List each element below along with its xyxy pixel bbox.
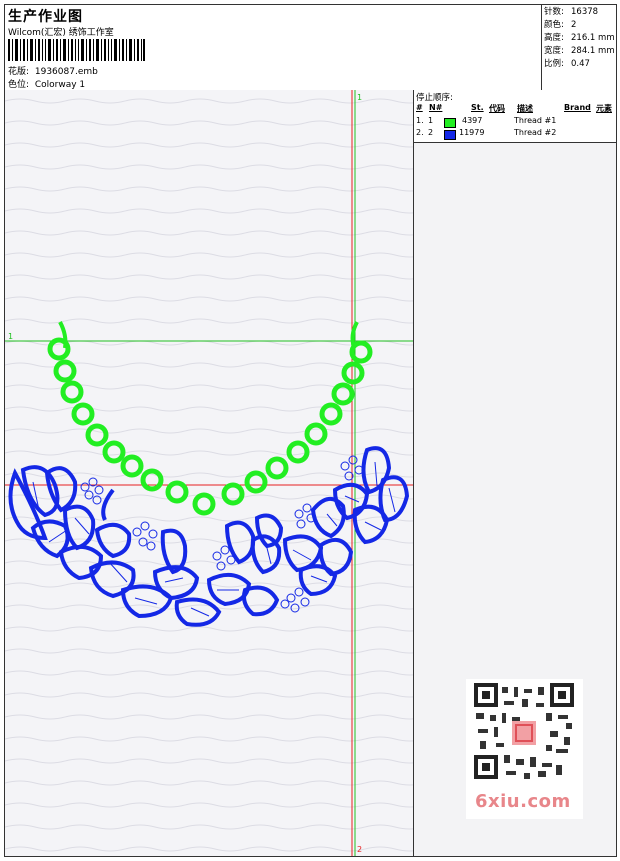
page-title: 生产作业图 xyxy=(8,9,83,25)
stat-colors: 颜色: 2 xyxy=(544,20,577,30)
stop-sequence-table: 停止顺序: # N# St. 代码 描述 Brand 元素 1. 1 4397 … xyxy=(414,90,616,143)
design-stats: 针数: 16378 颜色: 2 高度: 216.1 mm 宽度: 284.1 mm 比例… xyxy=(541,5,616,90)
col-hash: # xyxy=(416,103,423,112)
stat-scale: 比例: 0.47 xyxy=(544,59,590,69)
embroidery-preview: 1 2 1 xyxy=(5,90,413,856)
col-n: N# xyxy=(429,103,443,112)
guide-label-bottom: 2 xyxy=(357,845,362,854)
guide-label-top: 1 xyxy=(357,93,362,102)
thread-color-swatch xyxy=(444,118,456,128)
stat-height: 高度: 216.1 mm xyxy=(544,33,615,43)
studio-name: Wilcom(汇宏) 绣饰工作室 xyxy=(8,28,114,38)
design-file-row: 花版: 1936087.emb xyxy=(8,64,98,77)
thread-row[interactable]: 2. 2 11979 Thread #2 xyxy=(414,128,616,140)
barcode-image xyxy=(8,39,145,61)
watermark-text: 6xiu.com xyxy=(475,791,571,812)
stat-width: 宽度: 284.1 mm xyxy=(544,46,615,56)
stat-stitches: 针数: 16378 xyxy=(544,7,599,17)
stop-sequence-header: # N# St. 代码 描述 Brand 元素 xyxy=(414,103,616,114)
col-element: 元素 xyxy=(596,104,612,113)
stop-sequence-title: 停止顺序: xyxy=(416,93,453,103)
colorway-value: Colorway 1 xyxy=(34,80,86,90)
design-file-value: 1936087.emb xyxy=(34,67,98,77)
worksheet-header: 生产作业图 Wilcom(汇宏) 绣饰工作室 花版: 1936087.emb 色… xyxy=(5,5,616,91)
colorway-label: 色位: xyxy=(8,80,30,90)
guide-label-left: 1 xyxy=(8,332,13,341)
design-canvas[interactable]: 1 2 1 xyxy=(5,90,414,856)
design-file-label: 花版: xyxy=(8,67,30,77)
col-code: 代码 xyxy=(489,104,505,113)
colorway-row: 色位: Colorway 1 xyxy=(8,77,85,90)
thread-color-swatch xyxy=(444,130,456,140)
col-brand: Brand xyxy=(564,103,591,112)
thread-row[interactable]: 1. 1 4397 Thread #1 xyxy=(414,116,616,128)
col-desc: 描述 xyxy=(517,104,533,113)
col-stitches: St. xyxy=(471,103,484,112)
